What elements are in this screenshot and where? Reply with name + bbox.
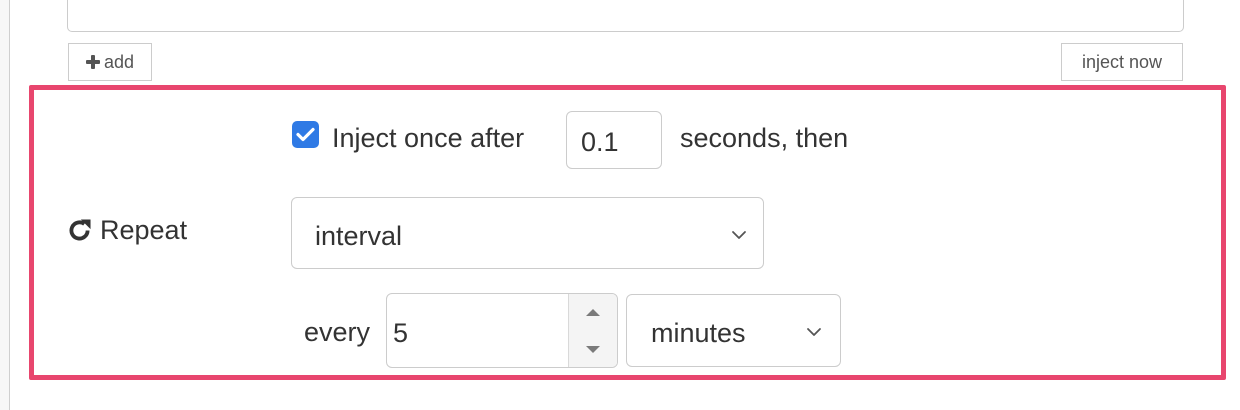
checkmark-icon xyxy=(296,127,315,142)
seconds-then-label: seconds, then xyxy=(680,123,849,153)
repeat-label: Repeat xyxy=(66,214,187,246)
panel-left-border xyxy=(0,0,10,410)
inject-now-label: inject now xyxy=(1081,51,1163,72)
interval-value: 5 xyxy=(393,318,409,348)
every-label: every xyxy=(304,317,371,347)
inject-now-button[interactable]: inject now xyxy=(1061,43,1183,81)
inject-once-checkbox[interactable] xyxy=(292,121,319,148)
add-button[interactable]: add xyxy=(68,43,152,81)
inject-once-label: Inject once after xyxy=(332,123,525,153)
plus-icon xyxy=(85,55,100,69)
repeat-mode-value: interval xyxy=(315,220,403,251)
inject-delay-value: 0.1 xyxy=(581,126,619,157)
refresh-icon xyxy=(69,218,91,240)
arrow-up-icon xyxy=(586,309,600,316)
add-button-label: add xyxy=(103,51,135,72)
inject-delay-input[interactable]: 0.1 xyxy=(566,111,662,169)
interval-units-value: minutes xyxy=(651,318,746,348)
payload-textarea[interactable] xyxy=(67,0,1184,32)
spin-up-button[interactable] xyxy=(569,294,617,331)
repeat-mode-select[interactable]: interval xyxy=(291,197,764,269)
interval-number-input[interactable]: 5 xyxy=(386,293,618,368)
chevron-down-icon xyxy=(732,231,746,239)
repeat-label-text: Repeat xyxy=(100,215,188,245)
arrow-down-icon xyxy=(586,346,600,353)
chevron-down-icon xyxy=(807,328,821,336)
interval-units-select[interactable]: minutes xyxy=(626,294,841,367)
interval-spinner xyxy=(568,294,617,367)
spin-down-button[interactable] xyxy=(569,331,617,367)
